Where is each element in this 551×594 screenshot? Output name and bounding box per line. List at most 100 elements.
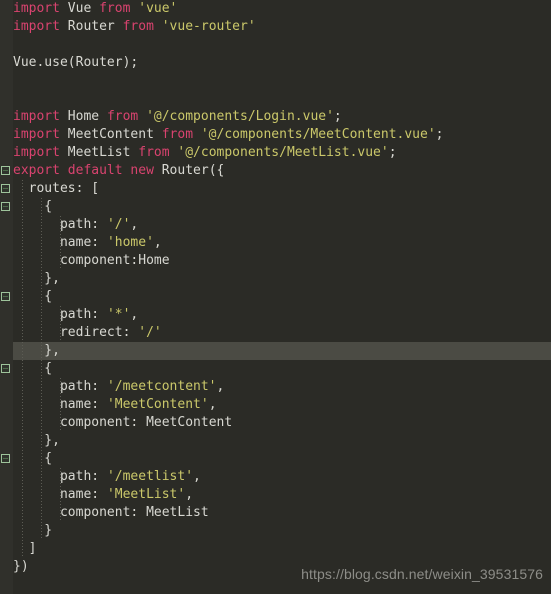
code-line[interactable]: [0, 72, 551, 90]
code-line[interactable]: export default new Router({: [0, 162, 551, 180]
code-token: from: [122, 19, 154, 34]
code-token: ,: [130, 217, 139, 232]
code-token: ,: [193, 469, 201, 484]
code-token: :: [130, 505, 147, 520]
code-line[interactable]: },: [0, 432, 551, 450]
code-line-text: import Home from '@/components/Login.vue…: [13, 109, 342, 124]
code-line-text: },: [13, 343, 60, 358]
code-token: ,: [130, 307, 139, 322]
editor-gutter[interactable]: [0, 0, 13, 594]
code-token: {: [13, 361, 53, 376]
code-line[interactable]: path: '/meetlist',: [0, 468, 551, 486]
code-line-text: component: MeetList: [13, 505, 209, 520]
code-line[interactable]: path: '/',: [0, 216, 551, 234]
fold-collapse-icon[interactable]: [1, 292, 10, 301]
code-token: :: [91, 307, 107, 322]
code-line[interactable]: {: [0, 198, 551, 216]
code-token: 'MeetContent': [106, 397, 209, 412]
code-line[interactable]: name: 'home',: [0, 234, 551, 252]
code-line[interactable]: [0, 90, 551, 108]
code-token: path: [59, 217, 92, 232]
code-token: from: [106, 109, 139, 124]
code-editor[interactable]: import Vue from 'vue' import Router from …: [0, 0, 551, 594]
code-line[interactable]: import Router from 'vue-router': [0, 18, 551, 36]
code-token: 'vue-router': [161, 19, 256, 34]
code-line[interactable]: routes: [: [0, 180, 551, 198]
code-line-text: ]: [13, 541, 37, 556]
code-line[interactable]: import MeetList from '@/components/MeetL…: [0, 144, 551, 162]
code-token: :: [91, 487, 107, 502]
code-token: :: [91, 397, 107, 412]
code-token: ,: [185, 487, 194, 502]
code-token: path: [59, 379, 92, 394]
code-token: 'vue': [138, 1, 178, 16]
code-line[interactable]: redirect: '/': [0, 324, 551, 342]
fold-collapse-icon[interactable]: [1, 184, 10, 193]
code-token: component: [59, 415, 131, 430]
code-line[interactable]: name: 'MeetContent',: [0, 396, 551, 414]
code-token: ;: [435, 127, 444, 142]
code-line[interactable]: component: MeetList: [0, 504, 551, 522]
code-line-text: import MeetList from '@/components/MeetL…: [13, 145, 397, 160]
code-line[interactable]: path: '/meetcontent',: [0, 378, 551, 396]
code-line-text: {: [13, 361, 52, 376]
code-line[interactable]: name: 'MeetList',: [0, 486, 551, 504]
code-line[interactable]: },: [0, 270, 551, 288]
code-line-text: routes: [: [13, 181, 99, 196]
code-line[interactable]: import Vue from 'vue': [0, 0, 551, 18]
fold-collapse-icon[interactable]: [1, 364, 10, 373]
code-line-text: name: 'MeetList',: [13, 487, 193, 502]
code-line[interactable]: component:Home: [0, 252, 551, 270]
code-line[interactable]: }: [0, 522, 551, 540]
code-line-text: name: 'MeetContent',: [13, 397, 217, 412]
code-token: :: [91, 217, 107, 232]
code-line-text: },: [13, 433, 60, 448]
code-line[interactable]: ]: [0, 540, 551, 558]
code-token: default: [67, 163, 123, 178]
code-line[interactable]: {: [0, 450, 551, 468]
code-line-text: path: '/meetlist',: [13, 469, 201, 484]
fold-collapse-icon[interactable]: [1, 202, 10, 211]
code-token: MeetContent: [146, 415, 233, 430]
code-token: :: [130, 415, 147, 430]
code-token: :: [91, 469, 107, 484]
fold-collapse-icon[interactable]: [1, 166, 10, 175]
code-line[interactable]: {: [0, 360, 551, 378]
code-token: path: [59, 469, 92, 484]
code-token: },: [13, 343, 60, 358]
code-line-text: name: 'home',: [13, 235, 162, 250]
code-token: routes: [28, 181, 76, 196]
code-token: redirect: [59, 325, 123, 340]
code-token: Home: [67, 109, 100, 124]
code-content[interactable]: import Vue from 'vue' import Router from …: [0, 0, 551, 594]
fold-collapse-icon[interactable]: [1, 454, 10, 463]
code-token: Router: [67, 19, 115, 34]
code-token: name: [59, 487, 92, 502]
code-line-text: path: '*',: [13, 307, 138, 322]
code-line[interactable]: [0, 36, 551, 54]
code-token: '@/components/MeetList.vue': [177, 145, 389, 160]
code-line[interactable]: path: '*',: [0, 306, 551, 324]
code-token: component: [59, 253, 131, 268]
code-line[interactable]: import Home from '@/components/Login.vue…: [0, 108, 551, 126]
code-line[interactable]: Vue.use(Router);: [0, 54, 551, 72]
code-line[interactable]: {: [0, 288, 551, 306]
code-token: },: [13, 433, 60, 448]
code-line[interactable]: import MeetContent from '@/components/Me…: [0, 126, 551, 144]
code-line[interactable]: },: [0, 342, 551, 360]
code-token: ]: [13, 541, 37, 556]
code-line[interactable]: component: MeetContent: [0, 414, 551, 432]
code-line-text: import Router from 'vue-router': [13, 19, 256, 34]
code-token: Home: [138, 253, 170, 268]
